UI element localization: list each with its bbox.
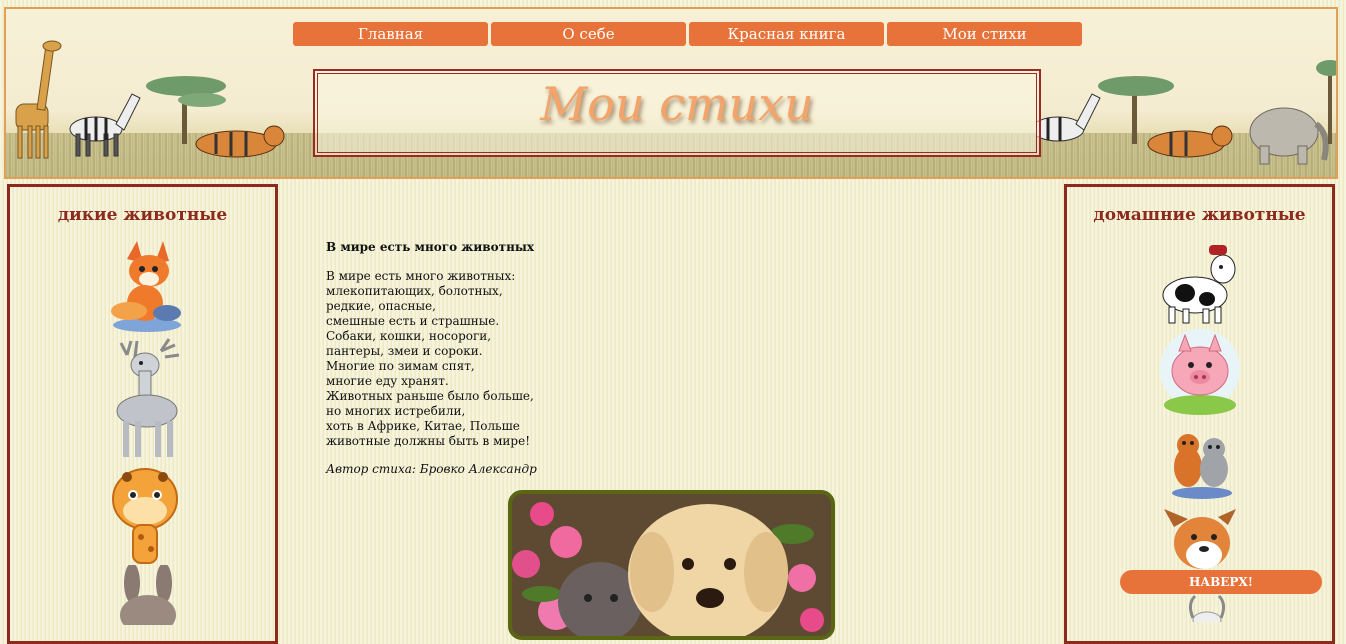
elephant-illustration [1249,107,1329,165]
poem-line: Многие по зимам спят, [326,359,475,373]
tiger-illustration [1147,125,1233,158]
poem-line: Собаки, кошки, носороги, [326,329,492,343]
zebra-illustration [1036,93,1101,142]
nav-home[interactable]: Главная [293,22,488,46]
zebra-illustration [69,93,141,157]
nav-red-book[interactable]: Красная книга [689,22,884,46]
poem-line: многие еду хранят. [326,374,449,388]
wild-animals-sidebar: дикие животные [7,184,278,644]
giraffe-cartoon-image[interactable] [105,465,187,565]
dog-cartoon-image[interactable] [1162,505,1238,571]
poem-text: В мире есть много животных: млекопитающи… [326,269,586,449]
fox-cartoon-image[interactable] [107,239,187,334]
rabbit-cartoon-image[interactable] [110,565,186,625]
poem-line: В мире есть много животных: [326,269,516,283]
poem-line: млекопитающих, болотных, [326,284,503,298]
poem-line: Животных раньше было больше, [326,389,534,403]
page-title: Мои стихи [540,77,814,131]
poem-line: пантеры, змеи и сороки. [326,344,483,358]
main-navigation: Главная О себе Красная книга Мои стихи [293,22,1082,46]
header-animals-left [15,40,285,159]
poem-block: В мире есть много животных В мире есть м… [326,240,586,477]
poem-line: редкие, опасные, [326,299,436,313]
deer-cartoon-image[interactable] [107,337,187,465]
sidebar-title: дикие животные [57,205,228,225]
nav-my-poems[interactable]: Мои стихи [887,22,1082,46]
back-to-top-button[interactable]: НАВЕРХ! [1120,570,1322,594]
photo-image [512,494,831,636]
header-animals-right [1036,60,1336,165]
nav-about[interactable]: О себе [491,22,686,46]
poem-line: хоть в Африке, Китае, Польше [326,419,520,433]
poem-line: животные должны быть в мире! [326,434,531,448]
pig-cartoon-image[interactable] [1159,325,1241,417]
giraffe-illustration [15,40,62,159]
poem-title: В мире есть много животных [326,240,535,254]
poem-line: но многих истребили, [326,404,466,418]
tiger-illustration [195,125,285,158]
cats-cartoon-image[interactable] [1166,423,1238,501]
tree-illustration [1316,60,1336,144]
poem-line: смешные есть и страшные. [326,314,500,328]
sidebar-title: домашние животные [1093,205,1306,225]
page-title-banner: Мои стихи [313,69,1041,157]
poem-author: Автор стиха: Бровко Александр [326,462,537,476]
cow-cartoon-image[interactable] [1157,239,1243,325]
